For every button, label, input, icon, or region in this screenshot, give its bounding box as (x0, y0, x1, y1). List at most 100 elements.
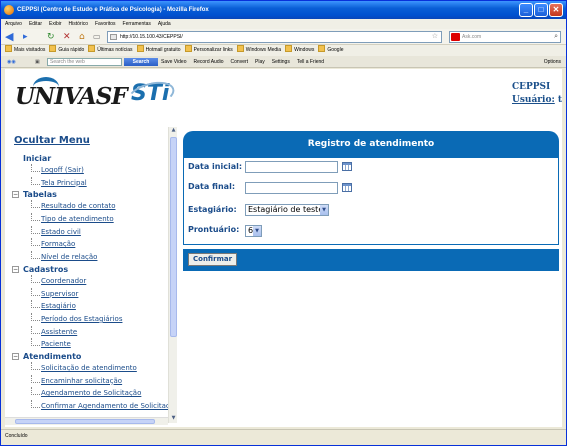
sidebar: Ocultar Menu Iniciar Logoff (Sair) Tela … (5, 127, 177, 423)
menu-bar: Arquivo Editar Exibir Histórico Favorito… (1, 19, 566, 29)
close-button[interactable]: ✕ (549, 3, 563, 17)
group-tabelas[interactable]: − Tabelas (12, 189, 168, 200)
bookmark-item[interactable]: Hotmail gratuito (137, 45, 181, 56)
bookmark-page-icon[interactable]: ▭ (93, 31, 101, 43)
search-placeholder: Ask.com (462, 34, 482, 40)
bookmark-item[interactable]: Windows Media (237, 45, 281, 56)
forward-icon[interactable]: ▸ (23, 31, 28, 43)
menu-historico[interactable]: Histórico (69, 19, 88, 29)
scroll-thumb[interactable] (170, 137, 177, 337)
home-icon[interactable]: ⌂ (79, 31, 85, 43)
url-bar[interactable]: http://10.15.100.43/CEPPSI/ ☆ (107, 31, 442, 43)
addon-toolbar: ◉◉ ▣ Search the web Search Save Video Re… (1, 56, 566, 68)
bookmarks-toolbar: Mais visitados Guia rápido Últimas notíc… (1, 45, 566, 56)
main-content: Registro de atendimento Data inicial: Da… (183, 127, 560, 417)
group-iniciar[interactable]: Iniciar (13, 153, 168, 164)
prontuario-label: Prontuário: (188, 225, 240, 234)
bookmark-item[interactable]: Personalizar links (185, 45, 233, 56)
menu-favoritos[interactable]: Favoritos (95, 19, 116, 29)
reload-icon[interactable]: ↻ (47, 31, 55, 43)
hscroll-thumb[interactable] (15, 419, 155, 424)
site-header: UNIVASF STi CEPPSI Usuário: t (5, 69, 562, 125)
page-content: UNIVASF STi CEPPSI Usuário: t Ocultar Me… (5, 69, 562, 427)
convert-button[interactable]: Convert (231, 56, 249, 68)
prontuario-select[interactable]: 6 ▼ (245, 225, 262, 237)
data-final-label: Data final: (188, 182, 236, 191)
options-button[interactable]: Options (544, 56, 561, 68)
collapse-icon[interactable]: − (12, 191, 19, 199)
sidebar-horizontal-scrollbar[interactable] (5, 417, 168, 425)
star-icon[interactable]: ☆ (432, 32, 438, 42)
menu-item-estagiario[interactable]: Estagiário (13, 300, 168, 313)
scroll-up-icon[interactable]: ▲ (170, 127, 177, 135)
menu-item-resultado-contato[interactable]: Resultado de contato (13, 200, 168, 213)
play-button[interactable]: Play (255, 56, 265, 68)
form-title: Registro de atendimento (183, 131, 559, 157)
maximize-button[interactable]: □ (534, 3, 548, 17)
menu-item-logoff[interactable]: Logoff (Sair) (13, 164, 168, 177)
bookmark-item[interactable]: Windows (285, 45, 314, 56)
menu-item-nivel-relacao[interactable]: Nível de relação (13, 251, 168, 264)
menu-item-paciente[interactable]: Paciente (13, 338, 168, 351)
bookmark-item[interactable]: Guia rápido (49, 45, 84, 56)
menu-item-solicitacao-atendimento[interactable]: Solicitação de atendimento (13, 361, 168, 375)
addon-search-input[interactable]: Search the web (47, 58, 122, 66)
menu-item-agendamento-solicitacao[interactable]: Agendamento de Solicitação (13, 387, 168, 400)
minimize-button[interactable]: _ (519, 3, 533, 17)
menu-item-formacao[interactable]: Formação (13, 238, 168, 251)
menu-item-confirmar-agendamento[interactable]: Confirmar Agendamento de Solicitação (13, 400, 177, 413)
registro-form: Data inicial: Data final: Estagiário: Es… (183, 157, 559, 245)
menu-exibir[interactable]: Exibir (49, 19, 62, 29)
sidebar-vertical-scrollbar[interactable]: ▲ ▼ (168, 127, 177, 423)
search-box[interactable]: Ask.com ⌕ (449, 31, 561, 43)
menu-item-assistente[interactable]: Assistente (13, 325, 168, 339)
bookmark-item[interactable]: Mais visitados (5, 45, 45, 56)
confirm-button[interactable]: Confirmar (188, 253, 238, 266)
menu-ferramentas[interactable]: Ferramentas (123, 19, 151, 29)
estagiario-label: Estagiário: (188, 205, 237, 214)
sti-logo: STi (124, 77, 178, 113)
addon-search-button[interactable]: Search (124, 58, 158, 66)
stop-icon[interactable]: ✕ (63, 31, 71, 43)
addon-menu-icon[interactable]: ▣ (35, 56, 40, 68)
menu-item-estado-civil[interactable]: Estado civil (13, 225, 168, 239)
collapse-icon[interactable]: − (12, 265, 19, 273)
search-engine-icon[interactable] (451, 33, 460, 41)
browser-window: CEPPSI (Centro de Estudo e Prática de Ps… (0, 0, 567, 446)
estagiario-select[interactable]: Estagiário de teste ▼ (245, 204, 329, 216)
addon-logo-icon[interactable]: ◉◉ (7, 56, 16, 68)
menu-item-encaminhar-solicitacao[interactable]: Encaminhar solicitação (13, 374, 168, 388)
status-bar: Concluído (1, 429, 566, 441)
menu-editar[interactable]: Editar (29, 19, 42, 29)
url-text: http://10.15.100.43/CEPPSI/ (120, 34, 183, 40)
menu-item-tipo-atendimento[interactable]: Tipo de atendimento (13, 213, 168, 226)
back-icon[interactable]: ◀ (5, 31, 13, 43)
save-video-button[interactable]: Save Video (161, 56, 186, 68)
scroll-down-icon[interactable]: ▼ (170, 415, 177, 423)
calendar-icon[interactable] (342, 183, 352, 192)
org-name: CEPPSI (512, 82, 551, 92)
settings-button[interactable]: Settings (272, 56, 290, 68)
menu-item-supervisor[interactable]: Supervisor (13, 287, 168, 301)
calendar-icon[interactable] (342, 162, 352, 171)
data-inicial-label: Data inicial: (188, 162, 243, 171)
group-atendimento[interactable]: − Atendimento (12, 351, 168, 362)
status-text: Concluído (5, 433, 28, 439)
menu-item-coordenador[interactable]: Coordenador (13, 274, 168, 288)
search-icon[interactable]: ⌕ (554, 32, 558, 42)
bookmark-item[interactable]: Google (318, 45, 343, 56)
firefox-icon (4, 5, 14, 15)
group-cadastros[interactable]: − Cadastros (12, 264, 168, 275)
data-final-input[interactable] (245, 182, 338, 194)
menu-ajuda[interactable]: Ajuda (158, 19, 171, 29)
menu-item-tela-principal[interactable]: Tela Principal (13, 176, 168, 190)
menu-arquivo[interactable]: Arquivo (5, 19, 22, 29)
record-audio-button[interactable]: Record Audio (193, 56, 223, 68)
data-inicial-input[interactable] (245, 161, 338, 173)
menu-item-periodo-estagiarios[interactable]: Período dos Estagiários (13, 312, 168, 326)
bookmark-item[interactable]: Últimas notícias (88, 45, 132, 56)
tell-a-friend-button[interactable]: Tell a Friend (297, 56, 324, 68)
collapse-icon[interactable]: − (12, 352, 19, 360)
user-label[interactable]: Usuário: (512, 95, 555, 105)
hide-menu-link[interactable]: Ocultar Menu (14, 135, 90, 146)
